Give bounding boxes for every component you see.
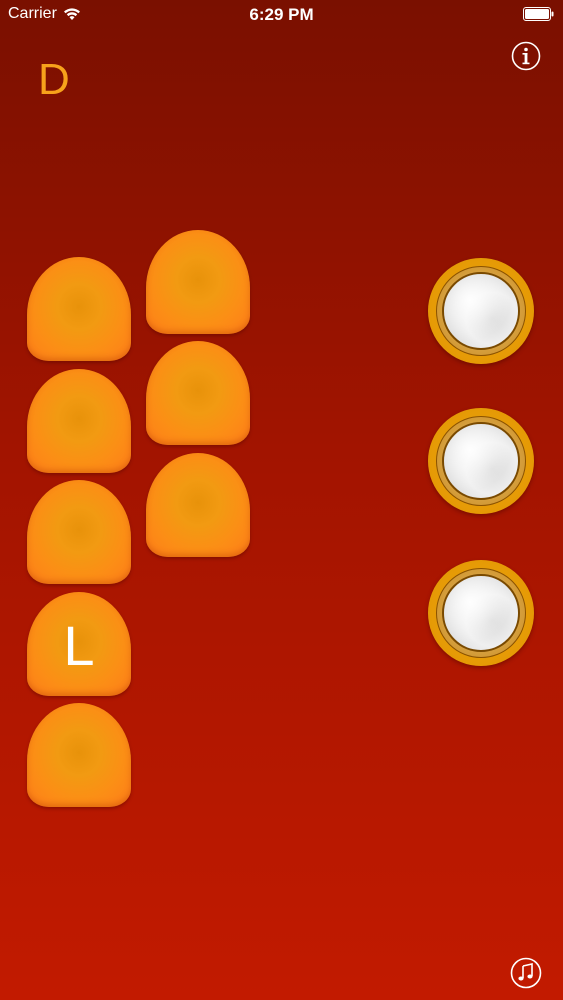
- treble-button-left-4[interactable]: L: [27, 592, 131, 696]
- treble-button-right-3[interactable]: [146, 453, 250, 557]
- treble-button-right-2[interactable]: [146, 341, 250, 445]
- treble-button-left-5[interactable]: [27, 703, 131, 807]
- status-bar: Carrier 6:29 PM: [0, 0, 563, 30]
- treble-button-right-1[interactable]: [146, 230, 250, 334]
- treble-button-left-3[interactable]: [27, 480, 131, 584]
- treble-button-label: L: [63, 614, 95, 677]
- battery-icon: [523, 7, 554, 21]
- music-note-icon[interactable]: [510, 957, 542, 989]
- treble-button-left-1[interactable]: [27, 257, 131, 361]
- status-time: 6:29 PM: [249, 5, 314, 24]
- treble-button-left-2[interactable]: [27, 369, 131, 473]
- bass-button-pearl: [442, 422, 520, 500]
- info-icon[interactable]: [511, 41, 541, 71]
- key-label: D: [38, 55, 70, 104]
- bass-button-1[interactable]: [428, 258, 534, 364]
- bass-button-3[interactable]: [428, 560, 534, 666]
- bass-button-2[interactable]: [428, 408, 534, 514]
- bass-button-pearl: [442, 272, 520, 350]
- bass-button-pearl: [442, 574, 520, 652]
